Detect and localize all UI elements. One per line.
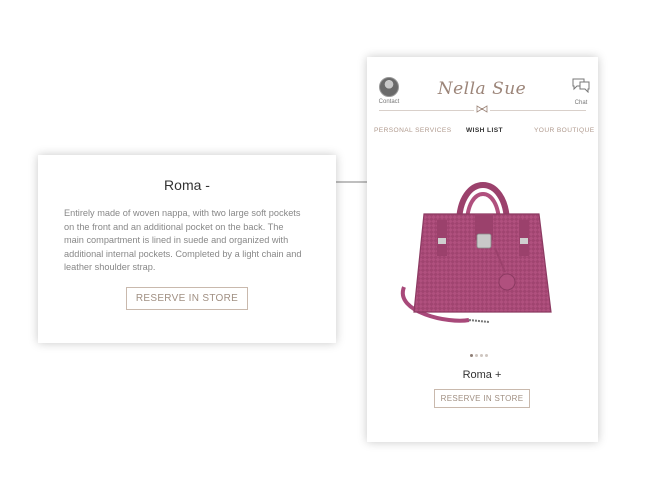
reserve-in-store-button[interactable]: RESERVE IN STORE xyxy=(126,287,248,310)
contact-button[interactable]: Contact xyxy=(375,77,403,105)
detail-description: Entirely made of woven nappa, with two l… xyxy=(64,208,302,273)
tab-bar: PERSONAL SERVICES WISH LIST YOUR BOUTIQU… xyxy=(367,127,598,139)
tab-your-boutique[interactable]: YOUR BOUTIQUE xyxy=(534,127,595,134)
brand-logo: Nella Sue xyxy=(437,79,527,99)
carousel-dot[interactable] xyxy=(475,354,478,357)
product-detail-card: Roma - Entirely made of woven nappa, wit… xyxy=(38,155,336,343)
bow-ornament-icon xyxy=(474,105,490,115)
carousel-indicator[interactable] xyxy=(470,344,490,362)
chat-bubble-icon xyxy=(572,78,590,94)
carousel-dot[interactable] xyxy=(480,354,483,357)
detail-title: Roma - xyxy=(164,177,210,193)
tab-personal-services[interactable]: PERSONAL SERVICES xyxy=(374,127,452,134)
phone-screen: Contact Nella Sue Chat PERSONAL SERVICES… xyxy=(367,57,598,442)
avatar-icon xyxy=(379,77,399,97)
chat-button[interactable]: Chat xyxy=(567,77,595,106)
product-title[interactable]: Roma + xyxy=(447,369,517,381)
product-image[interactable] xyxy=(389,162,579,332)
tab-wish-list[interactable]: WISH LIST xyxy=(466,127,503,134)
carousel-dot[interactable] xyxy=(485,354,488,357)
phone-reserve-button[interactable]: RESERVE IN STORE xyxy=(434,389,530,408)
contact-label: Contact xyxy=(378,99,400,105)
carousel-dot[interactable] xyxy=(470,354,473,357)
chat-label: Chat xyxy=(574,100,588,106)
